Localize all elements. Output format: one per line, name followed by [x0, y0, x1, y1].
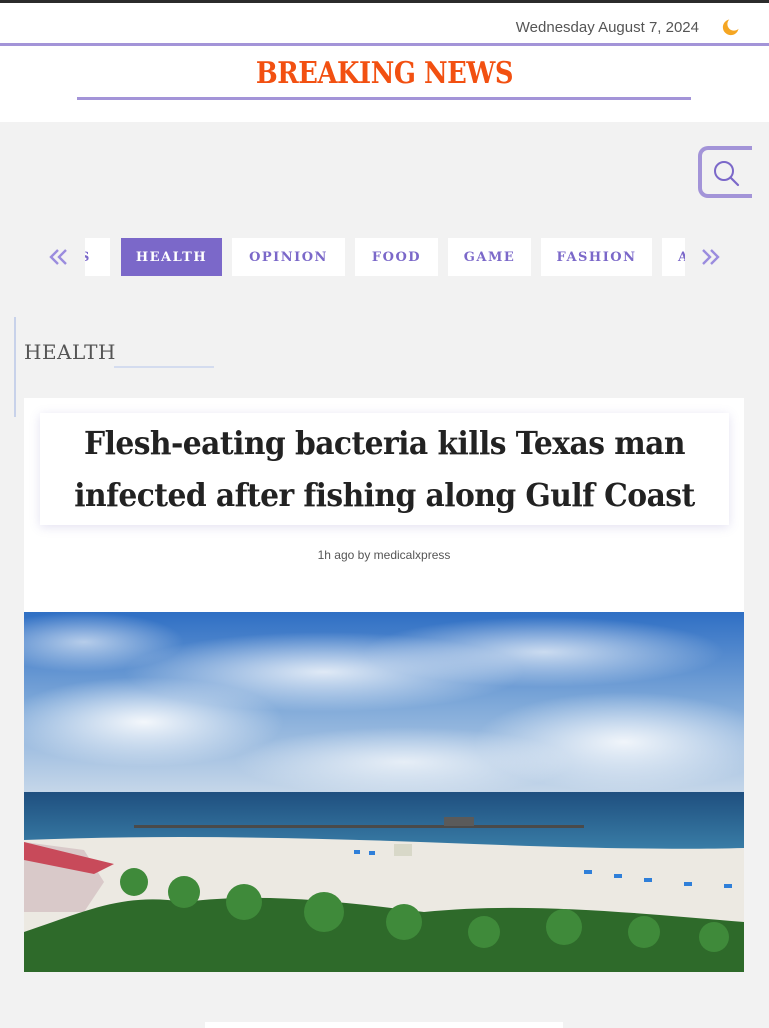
- category-tab-label: HEALTH: [135, 249, 208, 265]
- category-tab-fashion[interactable]: FASHION: [541, 238, 652, 276]
- category-tab[interactable]: A: [662, 238, 685, 276]
- next-card-edge: [205, 1022, 563, 1028]
- section-accent-bar: [14, 317, 16, 417]
- category-track: S HEALTH OPINION FOOD GAME FASHION A: [85, 238, 685, 276]
- section-underline: [114, 366, 214, 368]
- category-tab-food[interactable]: FOOD: [355, 238, 438, 276]
- category-tab-game[interactable]: GAME: [448, 238, 531, 276]
- beach-photo: [24, 612, 744, 972]
- category-tab-label: A: [678, 249, 685, 265]
- logo-underline: [77, 97, 691, 100]
- masthead: BREAKING NEWS: [0, 46, 769, 122]
- article-headline[interactable]: Flesh-eating bacteria kills Texas man in…: [64, 417, 705, 521]
- category-tab-label: S: [85, 250, 91, 265]
- search-icon: [714, 161, 740, 187]
- category-nav: S HEALTH OPINION FOOD GAME FASHION A: [0, 238, 769, 276]
- category-tab-health[interactable]: HEALTH: [121, 238, 222, 276]
- article-meta: 1h ago by medicalxpress: [317, 548, 451, 562]
- category-tab-label: OPINION: [249, 249, 328, 265]
- section-title: HEALTH: [24, 340, 116, 364]
- category-tab-label: GAME: [463, 249, 516, 265]
- category-tab-label: FASHION: [556, 249, 637, 265]
- moon-icon[interactable]: [721, 16, 742, 37]
- site-logo[interactable]: BREAKING NEWS: [54, 56, 715, 91]
- double-chevron-right-icon[interactable]: [699, 246, 721, 268]
- category-tab-opinion[interactable]: OPINION: [232, 238, 345, 276]
- current-date: Wednesday August 7, 2024: [515, 19, 699, 36]
- headline-box[interactable]: Flesh-eating bacteria kills Texas man in…: [40, 413, 729, 525]
- search-button[interactable]: [698, 146, 752, 198]
- article-card: Flesh-eating bacteria kills Texas man in…: [24, 398, 744, 972]
- category-tab[interactable]: S: [85, 238, 110, 276]
- category-tab-label: FOOD: [371, 249, 422, 265]
- top-bar: Wednesday August 7, 2024: [0, 3, 769, 43]
- article-image[interactable]: [24, 612, 744, 972]
- double-chevron-left-icon[interactable]: [48, 246, 70, 268]
